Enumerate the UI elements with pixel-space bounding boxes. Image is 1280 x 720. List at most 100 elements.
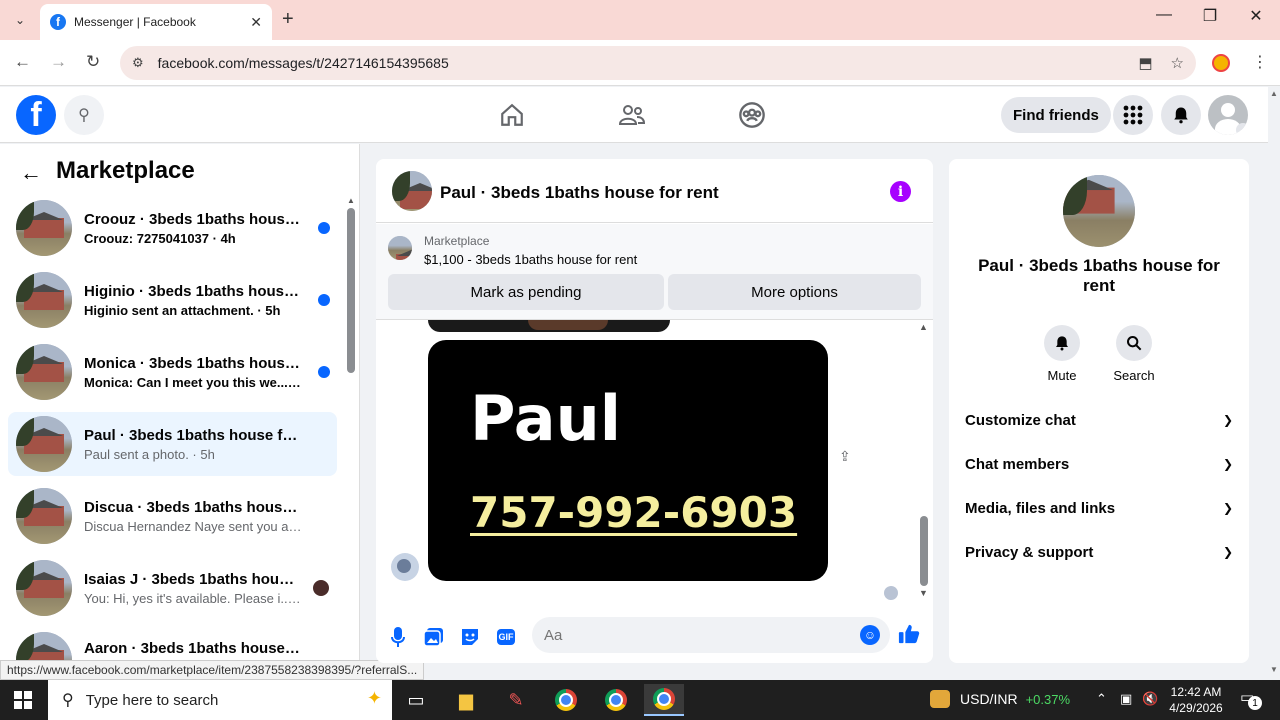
- home-icon[interactable]: [492, 99, 532, 131]
- conversation-name: Isaias J · 3beds 1baths house f...: [84, 570, 302, 588]
- message-thread: Paul 757-992-6903 ⇪: [376, 320, 933, 606]
- conversation-name: Monica · 3beds 1baths house f...: [84, 354, 302, 372]
- facebook-favicon-icon: f: [50, 14, 66, 30]
- conversation-name: Paul · 3beds 1baths house for rent: [84, 426, 302, 444]
- conversation-name: Higinio · 3beds 1baths house f...: [84, 282, 302, 300]
- chrome-active-icon[interactable]: [644, 684, 684, 716]
- photo-message[interactable]: Paul 757-992-6903: [428, 340, 828, 581]
- window-close-icon[interactable]: ✕: [1233, 6, 1279, 26]
- bell-icon[interactable]: [1161, 95, 1201, 135]
- message-input[interactable]: [532, 617, 890, 653]
- conversation-item-active[interactable]: Paul · 3beds 1baths house for rent Paul …: [8, 412, 337, 476]
- sparkle-icon: ✦: [366, 688, 382, 708]
- file-explorer-icon[interactable]: ▆: [446, 684, 486, 716]
- chrome-profile-icon[interactable]: [546, 684, 586, 716]
- previous-photo-message[interactable]: [428, 320, 670, 332]
- find-friends-button[interactable]: Find friends: [1001, 97, 1111, 133]
- listing-thumbnail: [16, 488, 72, 544]
- mute-label: Mute: [1047, 368, 1077, 383]
- photo-name-text: Paul: [470, 382, 622, 455]
- conversation-name: Croouz · 3beds 1baths house f...: [84, 210, 302, 228]
- address-bar[interactable]: ⚙ facebook.com/messages/t/24271461543956…: [120, 46, 1196, 80]
- tab-search-chevron-icon[interactable]: ⌄: [8, 9, 32, 31]
- taskbar-search-box[interactable]: ⚲ Type here to search ✦: [48, 680, 392, 720]
- mark-as-pending-button[interactable]: Mark as pending: [388, 274, 664, 310]
- sticker-icon[interactable]: [458, 625, 482, 649]
- notification-center-icon[interactable]: ▭ 1: [1240, 688, 1262, 710]
- install-app-icon[interactable]: ⬒: [1138, 54, 1152, 72]
- photo-icon[interactable]: [422, 625, 446, 649]
- clock-time: 12:42 AM: [1170, 685, 1222, 699]
- seen-avatar: [884, 586, 898, 600]
- new-tab-icon[interactable]: +: [282, 8, 294, 31]
- groups-icon[interactable]: [732, 99, 772, 131]
- ticker-label: USD/INR: [960, 691, 1018, 707]
- minimize-icon[interactable]: —: [1141, 6, 1187, 24]
- menu-grid-icon[interactable]: [1113, 95, 1153, 135]
- media-files-links-row[interactable]: Media, files and links ❯: [965, 496, 1233, 520]
- conversation-item[interactable]: Discua · 3beds 1baths house for ... Disc…: [8, 484, 337, 548]
- marketplace-listing-box: Marketplace $1,100 - 3beds 1baths house …: [376, 224, 933, 320]
- browser-tab[interactable]: f Messenger | Facebook ✕: [40, 4, 272, 40]
- unread-dot: [318, 366, 330, 378]
- back-arrow-icon[interactable]: ←: [20, 160, 42, 186]
- listing-thumbnail: [16, 200, 72, 256]
- chat-avatar[interactable]: [392, 171, 432, 211]
- search-icon: [1116, 325, 1152, 361]
- listing-thumbnail: [388, 236, 412, 260]
- customize-chat-row[interactable]: Customize chat ❯: [965, 408, 1233, 432]
- message-composer: GIF ☺: [376, 611, 933, 663]
- share-icon[interactable]: ⇪: [839, 448, 851, 465]
- page-scrollbar[interactable]: ▲ ▼: [1268, 87, 1280, 680]
- gif-icon[interactable]: GIF: [494, 625, 518, 649]
- app-icon[interactable]: ✎: [496, 684, 536, 716]
- chrome-profile-icon[interactable]: [596, 684, 636, 716]
- friends-icon[interactable]: [612, 99, 652, 131]
- chevron-down-icon: ❯: [1222, 413, 1233, 427]
- conversation-item[interactable]: Isaias J · 3beds 1baths house f... You: …: [8, 556, 337, 620]
- profile-avatar[interactable]: ⌄: [1208, 95, 1248, 135]
- listing-title[interactable]: $1,100 - 3beds 1baths house for rent: [424, 252, 637, 267]
- windows-start-icon[interactable]: [14, 691, 32, 709]
- conversation-preview: Croouz: 7275041037 · 4h: [84, 230, 236, 246]
- unread-dot: [318, 222, 330, 234]
- conversation-preview: Monica: Can I meet you this we... · 5h: [84, 374, 302, 390]
- conversation-item[interactable]: Higinio · 3beds 1baths house f... Higini…: [8, 268, 337, 332]
- chat-title[interactable]: Paul · 3beds 1baths house for rent: [440, 183, 719, 203]
- privacy-support-row[interactable]: Privacy & support ❯: [965, 540, 1233, 564]
- browser-menu-icon[interactable]: ⋮: [1252, 52, 1268, 72]
- conversation-item[interactable]: Croouz · 3beds 1baths house f... Croouz:…: [8, 196, 337, 260]
- conversation-item[interactable]: Monica · 3beds 1baths house f... Monica:…: [8, 340, 337, 404]
- more-options-button[interactable]: More options: [668, 274, 921, 310]
- like-icon[interactable]: [898, 623, 920, 651]
- mic-icon[interactable]: [386, 625, 410, 649]
- mute-button[interactable]: Mute: [1032, 325, 1092, 383]
- bookmark-star-icon[interactable]: ☆: [1171, 54, 1184, 72]
- conversation-list-scrollbar[interactable]: ▲: [346, 196, 356, 680]
- reload-icon[interactable]: ↻: [86, 52, 100, 72]
- extension-icon[interactable]: [1212, 54, 1230, 72]
- facebook-logo-icon[interactable]: f: [16, 95, 56, 135]
- forward-icon[interactable]: →: [50, 52, 67, 72]
- bell-icon: [1044, 325, 1080, 361]
- maximize-icon[interactable]: ❐: [1187, 6, 1233, 26]
- network-icon[interactable]: ▣: [1120, 691, 1132, 707]
- tray-chevron-icon[interactable]: ⌃: [1096, 691, 1107, 707]
- task-view-icon[interactable]: ▭: [396, 684, 436, 716]
- back-icon[interactable]: ←: [14, 52, 31, 72]
- currency-widget[interactable]: USD/INR +0.37%: [930, 690, 1070, 708]
- site-info-icon[interactable]: ⚙: [132, 55, 144, 71]
- search-icon[interactable]: ⚲: [64, 95, 104, 135]
- listing-thumbnail: [16, 344, 72, 400]
- tab-close-icon[interactable]: ✕: [250, 14, 262, 31]
- conversation-preview: Higinio sent an attachment. · 5h: [84, 302, 281, 318]
- info-icon[interactable]: i: [890, 181, 911, 202]
- chat-scrollbar[interactable]: ▲ ▼: [918, 320, 930, 606]
- chat-members-row[interactable]: Chat members ❯: [965, 452, 1233, 476]
- system-clock[interactable]: 12:42 AM 4/29/2026: [1168, 684, 1224, 716]
- volume-muted-icon[interactable]: 🔇: [1142, 691, 1158, 707]
- emoji-icon[interactable]: ☺: [860, 625, 880, 645]
- search-in-chat-button[interactable]: Search: [1104, 325, 1164, 383]
- chevron-down-icon: ❯: [1222, 501, 1233, 515]
- details-avatar[interactable]: [1063, 175, 1135, 247]
